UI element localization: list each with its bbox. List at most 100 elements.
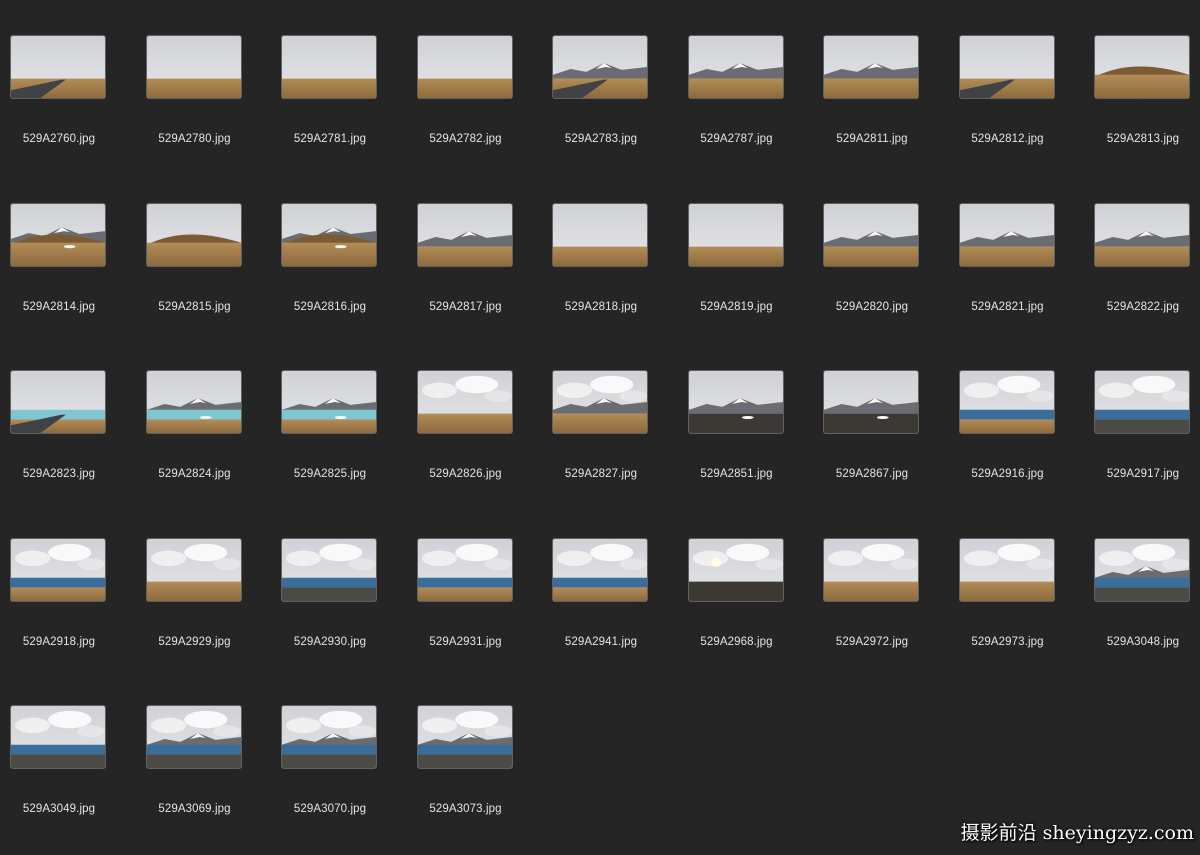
file-item[interactable]: 529A2813.jpg bbox=[1084, 0, 1200, 145]
file-thumbnail[interactable] bbox=[10, 705, 106, 769]
file-thumbnail[interactable] bbox=[823, 370, 919, 434]
file-name-label[interactable]: 529A2851.jpg bbox=[672, 468, 802, 480]
file-item[interactable]: 529A2760.jpg bbox=[0, 0, 130, 145]
file-item[interactable]: 529A3073.jpg bbox=[407, 670, 537, 815]
file-thumbnail[interactable] bbox=[416, 705, 513, 769]
file-name-label[interactable]: 529A2824.jpg bbox=[130, 468, 260, 480]
file-thumbnail[interactable] bbox=[687, 370, 784, 434]
file-name-label[interactable]: 529A2825.jpg bbox=[265, 468, 395, 480]
file-thumbnail[interactable] bbox=[10, 370, 106, 434]
file-item[interactable]: 529A2825.jpg bbox=[271, 335, 401, 480]
file-name-label[interactable]: 529A2823.jpg bbox=[0, 468, 124, 480]
file-thumbnail[interactable] bbox=[823, 537, 919, 602]
file-item[interactable]: 529A3049.jpg bbox=[0, 670, 130, 815]
file-thumbnail[interactable] bbox=[281, 35, 377, 99]
file-item[interactable]: 529A2929.jpg bbox=[136, 503, 266, 648]
file-item[interactable]: 529A2916.jpg bbox=[949, 335, 1079, 480]
file-name-label[interactable]: 529A2811.jpg bbox=[807, 133, 937, 145]
file-name-label[interactable]: 529A2817.jpg bbox=[401, 301, 531, 313]
file-thumbnail[interactable] bbox=[687, 202, 784, 267]
file-thumbnail[interactable] bbox=[552, 370, 648, 434]
file-thumbnail[interactable] bbox=[145, 35, 242, 99]
file-item[interactable]: 529A2783.jpg bbox=[542, 0, 672, 145]
file-name-label[interactable]: 529A2813.jpg bbox=[1078, 133, 1200, 145]
file-name-label[interactable]: 529A2972.jpg bbox=[807, 636, 937, 648]
file-name-label[interactable]: 529A2781.jpg bbox=[265, 133, 395, 145]
file-name-label[interactable]: 529A2822.jpg bbox=[1078, 301, 1200, 313]
file-thumbnail[interactable] bbox=[552, 537, 648, 602]
file-name-label[interactable]: 529A2782.jpg bbox=[401, 133, 531, 145]
file-item[interactable]: 529A2827.jpg bbox=[542, 335, 672, 480]
file-item[interactable]: 529A2787.jpg bbox=[678, 0, 808, 145]
file-item[interactable]: 529A2973.jpg bbox=[949, 503, 1079, 648]
file-name-label[interactable]: 529A2918.jpg bbox=[0, 636, 124, 648]
file-name-label[interactable]: 529A3048.jpg bbox=[1078, 636, 1200, 648]
file-thumbnail[interactable] bbox=[1094, 35, 1190, 99]
file-thumbnail[interactable] bbox=[958, 202, 1055, 267]
file-item[interactable]: 529A3070.jpg bbox=[271, 670, 401, 815]
file-item[interactable]: 529A3048.jpg bbox=[1084, 503, 1200, 648]
file-name-label[interactable]: 529A2929.jpg bbox=[130, 636, 260, 648]
file-item[interactable]: 529A2941.jpg bbox=[542, 503, 672, 648]
file-name-label[interactable]: 529A2941.jpg bbox=[536, 636, 666, 648]
file-name-label[interactable]: 529A2780.jpg bbox=[130, 133, 260, 145]
file-thumbnail[interactable] bbox=[958, 35, 1055, 99]
file-item[interactable]: 529A2917.jpg bbox=[1084, 335, 1200, 480]
file-name-label[interactable]: 529A3070.jpg bbox=[265, 803, 395, 815]
file-item[interactable]: 529A2780.jpg bbox=[136, 0, 266, 145]
file-item[interactable]: 529A2820.jpg bbox=[813, 168, 943, 313]
file-name-label[interactable]: 529A2867.jpg bbox=[807, 468, 937, 480]
file-item[interactable]: 529A2930.jpg bbox=[271, 503, 401, 648]
file-thumbnail[interactable] bbox=[958, 370, 1055, 434]
file-thumbnail[interactable] bbox=[145, 537, 242, 602]
file-thumbnail[interactable] bbox=[552, 35, 648, 99]
file-name-label[interactable]: 529A2815.jpg bbox=[130, 301, 260, 313]
file-item[interactable]: 529A2968.jpg bbox=[678, 503, 808, 648]
file-name-label[interactable]: 529A2760.jpg bbox=[0, 133, 124, 145]
file-item[interactable]: 529A2811.jpg bbox=[813, 0, 943, 145]
file-item[interactable]: 529A2851.jpg bbox=[678, 335, 808, 480]
file-thumbnail[interactable] bbox=[823, 35, 919, 99]
file-item[interactable]: 529A2819.jpg bbox=[678, 168, 808, 313]
file-thumbnail[interactable] bbox=[1094, 537, 1190, 602]
file-name-label[interactable]: 529A2814.jpg bbox=[0, 301, 124, 313]
file-thumbnail[interactable] bbox=[416, 35, 513, 99]
file-item[interactable]: 529A2817.jpg bbox=[407, 168, 537, 313]
file-name-label[interactable]: 529A2820.jpg bbox=[807, 301, 937, 313]
file-name-label[interactable]: 529A2821.jpg bbox=[943, 301, 1073, 313]
file-name-label[interactable]: 529A2930.jpg bbox=[265, 636, 395, 648]
file-thumbnail[interactable] bbox=[145, 705, 242, 769]
file-item[interactable]: 529A2867.jpg bbox=[813, 335, 943, 480]
file-item[interactable]: 529A2812.jpg bbox=[949, 0, 1079, 145]
file-name-label[interactable]: 529A2819.jpg bbox=[672, 301, 802, 313]
file-name-label[interactable]: 529A3069.jpg bbox=[130, 803, 260, 815]
file-item[interactable]: 529A2815.jpg bbox=[136, 168, 266, 313]
file-item[interactable]: 529A2824.jpg bbox=[136, 335, 266, 480]
file-name-label[interactable]: 529A2917.jpg bbox=[1078, 468, 1200, 480]
file-thumbnail[interactable] bbox=[281, 537, 377, 602]
file-item[interactable]: 529A2972.jpg bbox=[813, 503, 943, 648]
file-item[interactable]: 529A2931.jpg bbox=[407, 503, 537, 648]
file-thumbnail[interactable] bbox=[281, 202, 377, 267]
file-name-label[interactable]: 529A2816.jpg bbox=[265, 301, 395, 313]
file-name-label[interactable]: 529A2783.jpg bbox=[536, 133, 666, 145]
file-thumbnail[interactable] bbox=[687, 35, 784, 99]
file-thumbnail[interactable] bbox=[687, 537, 784, 602]
file-thumbnail[interactable] bbox=[823, 202, 919, 267]
file-thumbnail[interactable] bbox=[281, 705, 377, 769]
file-item[interactable]: 529A2822.jpg bbox=[1084, 168, 1200, 313]
file-name-label[interactable]: 529A2818.jpg bbox=[536, 301, 666, 313]
file-item[interactable]: 529A2821.jpg bbox=[949, 168, 1079, 313]
file-thumbnail[interactable] bbox=[145, 202, 242, 267]
file-thumbnail[interactable] bbox=[416, 537, 513, 602]
file-thumbnail[interactable] bbox=[10, 35, 106, 99]
file-thumbnail[interactable] bbox=[958, 537, 1055, 602]
file-name-label[interactable]: 529A2973.jpg bbox=[943, 636, 1073, 648]
file-name-label[interactable]: 529A2916.jpg bbox=[943, 468, 1073, 480]
file-name-label[interactable]: 529A2812.jpg bbox=[943, 133, 1073, 145]
file-thumbnail[interactable] bbox=[281, 370, 377, 434]
file-name-label[interactable]: 529A2827.jpg bbox=[536, 468, 666, 480]
file-name-label[interactable]: 529A3049.jpg bbox=[0, 803, 124, 815]
file-thumbnail[interactable] bbox=[416, 202, 513, 267]
file-name-label[interactable]: 529A2968.jpg bbox=[672, 636, 802, 648]
